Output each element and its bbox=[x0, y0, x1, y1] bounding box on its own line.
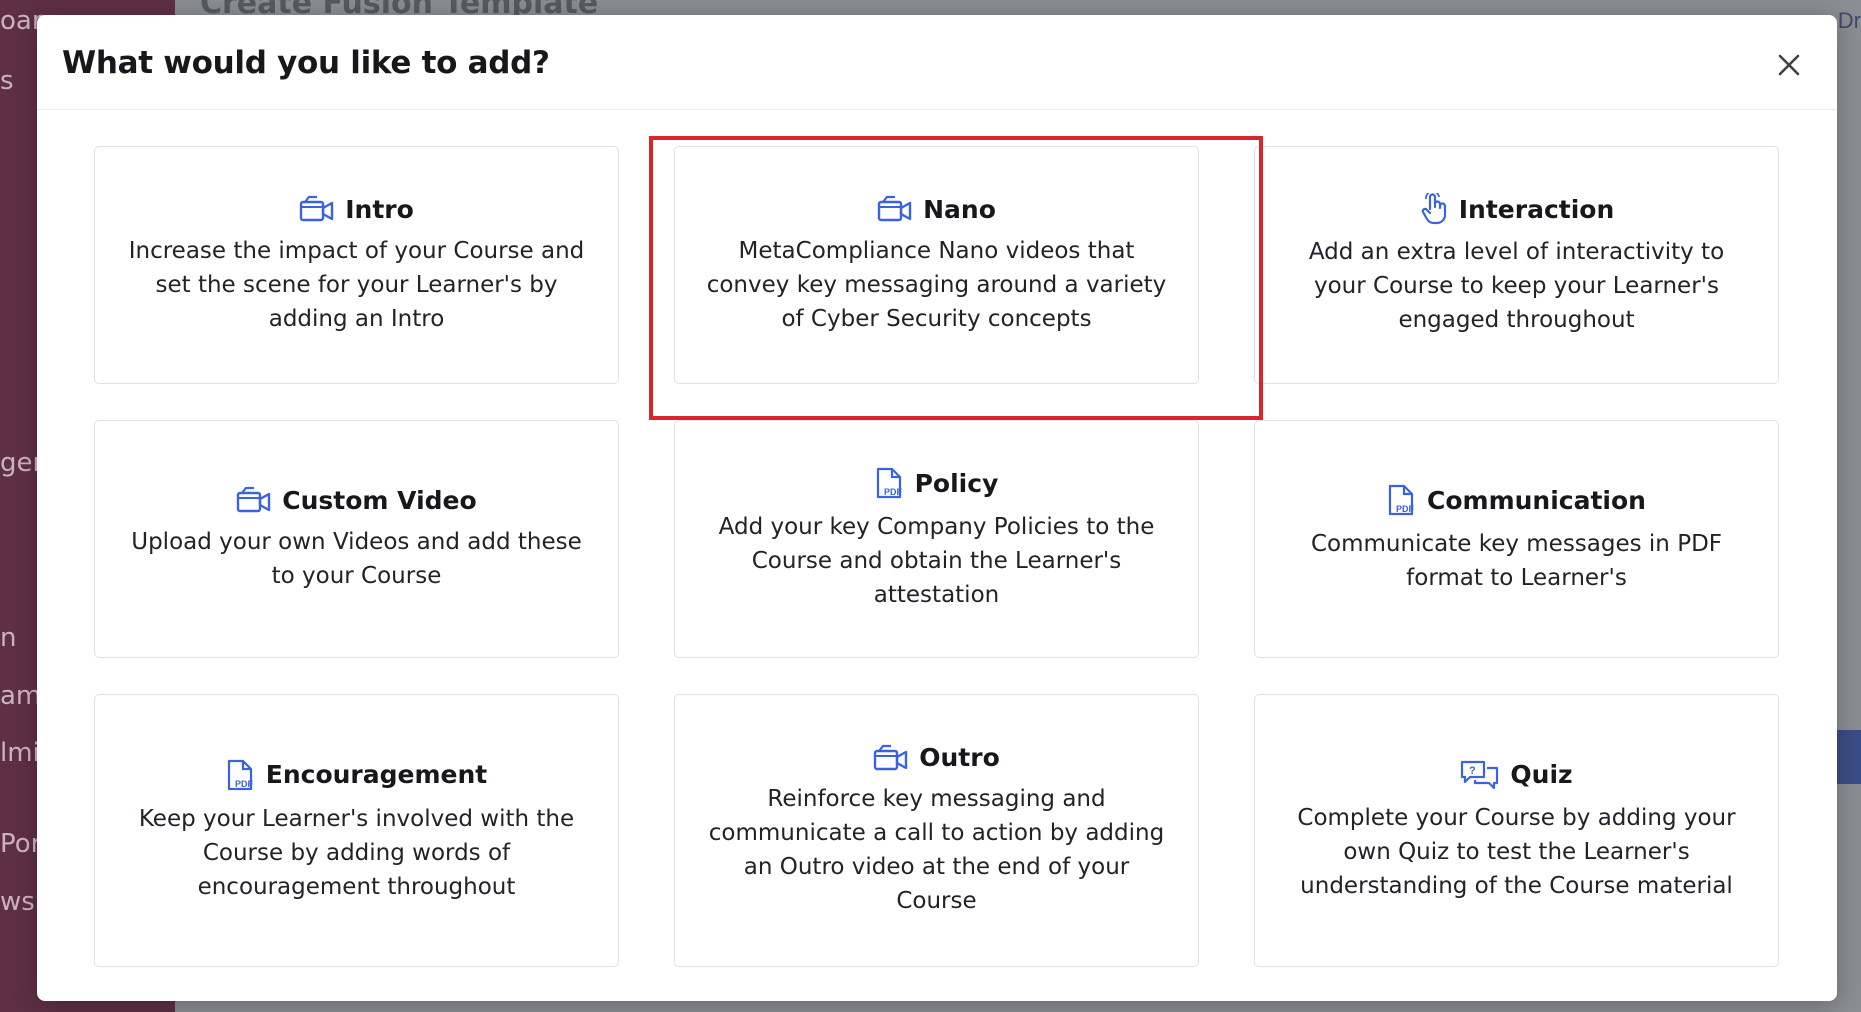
card-title: Outro bbox=[919, 743, 1000, 772]
card-description: Add an extra level of interactivity to y… bbox=[1308, 239, 1725, 333]
pdf-icon: PDF bbox=[227, 759, 254, 790]
sidebar-fragment: lmi bbox=[0, 738, 40, 768]
sidebar-fragment: s bbox=[0, 66, 14, 96]
card-description: Reinforce key messaging and communicate … bbox=[708, 786, 1165, 914]
card-description: Upload your own Videos and add these to … bbox=[131, 528, 582, 589]
pointer-hand-icon bbox=[1421, 193, 1446, 225]
card-title: Policy bbox=[914, 468, 999, 498]
card-title: Communication bbox=[1427, 485, 1646, 515]
video-icon bbox=[874, 744, 908, 770]
video-icon bbox=[877, 195, 912, 222]
close-button[interactable] bbox=[1769, 45, 1809, 85]
modal-header: What would you like to add? bbox=[37, 15, 1837, 110]
svg-text:PDF: PDF bbox=[235, 779, 254, 789]
card-title: Quiz bbox=[1510, 760, 1573, 789]
quiz-chat-icon: ? bbox=[1461, 760, 1499, 789]
sidebar-fragment: am bbox=[0, 681, 42, 711]
card-quiz[interactable]: ? Quiz Complete your Course by adding yo… bbox=[1254, 694, 1779, 967]
card-description: Keep your Learner's involved with the Co… bbox=[138, 805, 575, 900]
card-title: Nano bbox=[923, 194, 996, 224]
svg-text:?: ? bbox=[1469, 765, 1476, 777]
card-encouragement[interactable]: PDF Encouragement Keep your Learner's in… bbox=[94, 694, 619, 967]
close-icon bbox=[1778, 54, 1800, 76]
svg-text:PDF: PDF bbox=[884, 487, 903, 497]
video-icon bbox=[300, 195, 334, 222]
card-intro[interactable]: Intro Increase the impact of your Course… bbox=[94, 146, 619, 384]
card-title: Encouragement bbox=[265, 760, 488, 789]
card-title: Intro bbox=[345, 194, 414, 224]
card-description: Communicate key messages in PDF format t… bbox=[1310, 531, 1723, 591]
background-right-fragment: Dr bbox=[1837, 8, 1861, 33]
sidebar-fragment: n bbox=[0, 623, 17, 653]
background-right-button bbox=[1835, 730, 1861, 784]
svg-text:PDF: PDF bbox=[1396, 504, 1415, 514]
card-description: Complete your Course by adding your own … bbox=[1297, 804, 1736, 899]
pdf-icon: PDF bbox=[1388, 484, 1415, 516]
card-description: Increase the impact of your Course and s… bbox=[128, 237, 585, 332]
video-icon bbox=[237, 486, 271, 513]
sidebar-fragment: ws bbox=[0, 887, 35, 917]
modal-title: What would you like to add? bbox=[62, 45, 550, 81]
card-description: Add your key Company Policies to the Cou… bbox=[718, 514, 1155, 608]
card-custom-video[interactable]: Custom Video Upload your own Videos and … bbox=[94, 420, 619, 658]
card-communication[interactable]: PDF Communication Communicate key messag… bbox=[1254, 420, 1779, 658]
card-title: Interaction bbox=[1458, 194, 1615, 224]
card-nano[interactable]: Nano MetaCompliance Nano videos that con… bbox=[674, 146, 1199, 384]
card-outro[interactable]: Outro Reinforce key messaging and commun… bbox=[674, 694, 1199, 967]
pdf-icon: PDF bbox=[876, 467, 903, 499]
card-description: MetaCompliance Nano videos that convey k… bbox=[706, 237, 1167, 332]
card-title: Custom Video bbox=[282, 485, 477, 515]
card-policy[interactable]: PDF Policy Add your key Company Policies… bbox=[674, 420, 1199, 658]
card-interaction[interactable]: Interaction Add an extra level of intera… bbox=[1254, 146, 1779, 384]
add-content-modal: What would you like to add? Intro Increa… bbox=[37, 15, 1837, 1001]
